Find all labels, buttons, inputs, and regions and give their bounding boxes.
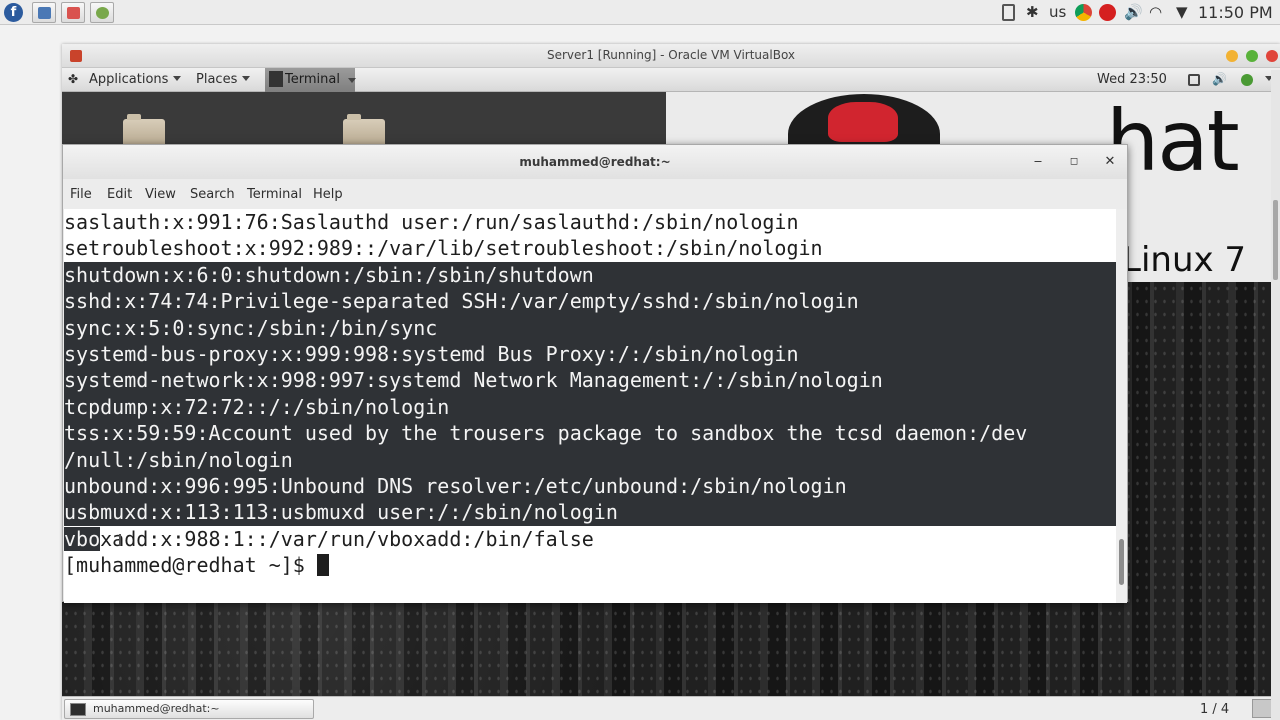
guest-top-panel: ✤ Applications Places Terminal Wed 23:50… [62,68,1280,92]
minimize-button[interactable] [1226,50,1238,62]
terminal-line-selected: sshd:x:74:74:Privilege-separated SSH:/va… [64,288,1116,315]
guest-screen[interactable]: ✤ Applications Places Terminal Wed 23:50… [62,68,1280,720]
fedora-icon[interactable]: f [4,3,23,22]
maximize-button[interactable] [1246,50,1258,62]
power-icon[interactable] [1241,74,1253,86]
menu-view[interactable]: View [145,187,176,202]
keyboard-layout[interactable]: us [1049,3,1066,22]
menu-terminal[interactable]: Terminal [247,187,302,202]
host-scroll-thumb[interactable] [1273,200,1278,280]
text-cursor [316,554,329,577]
terminal-titlebar[interactable]: muhammed@redhat:~ ‒ ◻ ✕ [63,145,1127,179]
terminal-line-selected: systemd-network:x:998:997:systemd Networ… [64,367,1116,394]
terminal-output[interactable]: saslauth:x:991:76:Saslauthd user:/run/sa… [64,209,1116,603]
shell-prompt: [muhammed@redhat ~]$ [64,553,317,578]
terminal-line-selected: tcpdump:x:72:72::/:/sbin/nologin [64,393,1116,421]
unselected-text: xadd:x:988:1::/var/run/vboxadd:/bin/fals… [100,526,594,551]
bluetooth-icon[interactable]: ✱ [1026,3,1039,22]
menu-help[interactable]: Help [313,187,343,202]
wifi-icon[interactable]: ◠ [1149,3,1162,22]
menu-file[interactable]: File [70,187,92,202]
clipboard-icon[interactable] [1002,4,1015,21]
window-list-icon[interactable] [32,2,56,23]
workspace-counter[interactable]: 1 / 4 [1200,702,1229,717]
terminal-line-selected: usbmuxd:x:113:113:usbmuxd user:/:/sbin/n… [64,499,1116,526]
terminal-line-selected: unbound:x:996:995:Unbound DNS resolver:/… [64,473,1116,500]
taskbar-terminal-button[interactable]: muhammed@redhat:~ [64,699,314,719]
volume-icon[interactable]: 🔊 [1124,3,1143,22]
desktop-left [62,92,666,145]
terminal-close-button[interactable]: ✕ [1101,153,1119,171]
menu-search[interactable]: Search [190,187,235,202]
host-scrollbar[interactable] [1271,70,1280,720]
terminal-line-selected: /null:/sbin/nologin [64,446,1116,473]
terminal-app-menu[interactable]: Terminal [265,68,356,92]
terminal-line: vboxadd:x:988:1::/var/run/vboxadd:/bin/f… [64,526,1116,552]
home-folder-icon[interactable] [123,114,165,145]
terminal-maximize-button[interactable]: ◻ [1065,153,1083,171]
host-top-panel: f ✱ us 🔊 ◠ ▼ 11:50 PM [0,0,1280,25]
close-button[interactable] [1266,50,1278,62]
terminal-task-icon [70,703,86,716]
terminal-prompt-line[interactable]: [muhammed@redhat ~]$ [64,552,1116,578]
menu-edit[interactable]: Edit [107,187,132,202]
brand-subtext: Linux 7 [1122,240,1247,280]
volume-icon[interactable]: 🔊 [1212,72,1227,86]
chrome-icon[interactable] [1075,4,1092,21]
record-icon[interactable] [1099,4,1116,21]
terminal-line-selected: tss:x:59:59:Account used by the trousers… [64,420,1116,447]
terminal-title: muhammed@redhat:~ [519,155,671,169]
guest-bottom-panel: muhammed@redhat:~ 1 / 4 [62,696,1280,720]
vbox-titlebar[interactable]: Server1 [Running] - Oracle VM VirtualBox [62,44,1280,68]
host-clock[interactable]: 11:50 PM [1198,3,1273,22]
applications-menu[interactable]: Applications [89,72,182,87]
image-viewer-icon[interactable] [61,2,85,23]
places-menu[interactable]: Places [196,72,251,87]
terminal-scroll-thumb[interactable] [1119,539,1124,585]
terminal-scrollbar[interactable] [1116,209,1127,603]
selected-text: vbo [64,526,101,551]
terminal-line-selected: shutdown:x:6:0:shutdown:/sbin:/sbin/shut… [64,261,1116,289]
guest-clock[interactable]: Wed 23:50 [1097,72,1167,87]
virtualbox-window: Server1 [Running] - Oracle VM VirtualBox… [62,44,1280,720]
app-launcher-icon[interactable] [90,2,114,23]
terminal-line-selected: systemd-bus-proxy:x:999:998:systemd Bus … [64,341,1116,368]
mouse-ibeam-cursor [119,534,121,546]
terminal-line: saslauth:x:991:76:Saslauthd user:/run/sa… [64,210,799,234]
menu-down-icon[interactable]: ▼ [1176,3,1188,22]
folder-icon[interactable] [343,114,385,145]
terminal-line: setroubleshoot:x:992:989::/var/lib/setro… [64,236,823,261]
taskbar-label: muhammed@redhat:~ [93,702,220,715]
terminal-minimize-button[interactable]: ‒ [1029,153,1047,171]
gnome-foot-icon: ✤ [68,72,79,86]
terminal-line-selected: sync:x:5:0:sync:/sbin:/bin/sync [64,314,1116,341]
terminal-window[interactable]: muhammed@redhat:~ ‒ ◻ ✕ File Edit View S… [62,144,1128,603]
screen-icon[interactable] [1188,74,1200,86]
vbox-title: Server1 [Running] - Oracle VM VirtualBox [546,48,796,62]
terminal-menubar: File Edit View Search Terminal Help [63,179,1127,209]
terminal-app-icon [269,71,283,87]
